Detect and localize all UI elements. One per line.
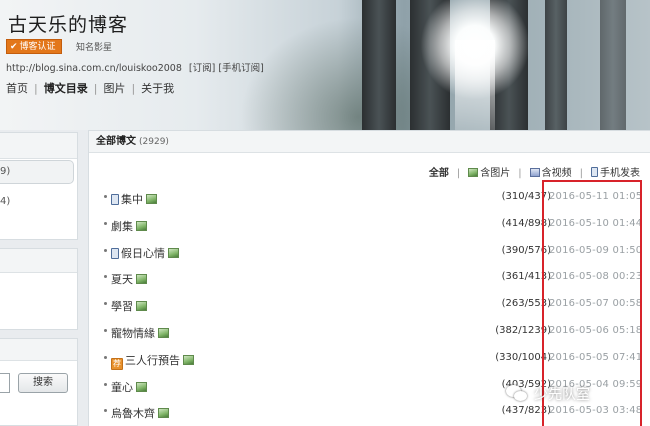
nav-about-me[interactable]: 关于我 <box>141 82 174 95</box>
nav-separator: | <box>93 82 98 95</box>
post-title: 集中 <box>121 193 143 206</box>
image-icon <box>136 301 147 312</box>
post-title-link[interactable]: 寵物情緣 <box>111 325 169 341</box>
verified-badge[interactable]: ✔ 博客认证 <box>6 39 62 54</box>
mobile-subscribe-link[interactable]: [手机订阅] <box>218 63 263 74</box>
blog-nav: 首页 | 博文目录 | 图片 | 关于我 <box>6 80 174 96</box>
banner-tree-trunk <box>545 0 567 130</box>
blog-url[interactable]: http://blog.sina.com.cn/louiskoo2008 <box>6 63 182 74</box>
post-title: 烏魯木齊 <box>111 407 155 421</box>
bullet-icon <box>104 221 107 225</box>
post-title-link[interactable]: 集中 <box>111 191 157 207</box>
blog-title[interactable]: 古天乐的博客 <box>8 10 128 37</box>
nav-pictures[interactable]: 图片 <box>103 82 125 95</box>
category-count: 9) <box>0 166 11 177</box>
video-icon <box>529 168 540 177</box>
image-icon <box>158 327 169 338</box>
bullet-icon <box>104 355 107 359</box>
image-icon <box>468 168 479 177</box>
mobile-post-icon <box>111 247 119 259</box>
recommended-icon: 荐 <box>111 357 123 370</box>
filter-with-images-label: 含图片 <box>480 168 511 179</box>
search-panel: 搜索 <box>0 338 78 426</box>
category-panel-header <box>0 133 77 159</box>
bullet-icon <box>104 409 107 413</box>
watermark-text: 少先队室 <box>534 387 590 403</box>
left-sidebar: 9) 4) 搜索 <box>0 130 80 426</box>
post-title-link[interactable]: 夏天 <box>111 271 147 287</box>
image-icon <box>136 274 147 285</box>
image-icon <box>146 194 157 204</box>
category-count: 4) <box>0 196 11 207</box>
post-list-header: 全部博文 (2929) <box>89 131 650 153</box>
post-title-link[interactable]: 烏魯木齊 <box>111 405 169 421</box>
bullet-icon <box>104 195 107 198</box>
search-button[interactable]: 搜索 <box>18 373 68 393</box>
search-input[interactable] <box>0 373 10 393</box>
nav-home[interactable]: 首页 <box>6 82 28 95</box>
post-title: 假日心情 <box>121 246 165 260</box>
bullet-icon <box>104 382 107 386</box>
filter-mobile-posts[interactable]: 手机发表 <box>591 167 640 179</box>
post-title: 學習 <box>111 300 133 314</box>
filter-with-video-label: 含视频 <box>541 168 572 179</box>
mobile-phone-icon <box>591 167 598 177</box>
post-title: 劇集 <box>111 219 133 233</box>
filter-with-images[interactable]: 含图片 <box>468 168 510 179</box>
search-panel-header <box>0 339 77 361</box>
checkmark-icon: ✔ <box>10 42 18 52</box>
sidebar-panel-header <box>0 249 77 273</box>
category-panel <box>0 132 78 240</box>
image-icon <box>183 354 194 365</box>
category-item-selected[interactable]: 9) <box>0 160 74 184</box>
post-title: 寵物情緣 <box>111 326 155 340</box>
bullet-icon <box>104 275 107 279</box>
celebrity-label: 知名影星 <box>76 43 113 53</box>
post-title: 三人行預告 <box>125 353 180 367</box>
nav-post-directory[interactable]: 博文目录 <box>44 82 88 95</box>
subscribe-link[interactable]: [订阅] <box>189 63 215 74</box>
sidebar-panel <box>0 248 78 330</box>
bullet-icon <box>104 248 107 252</box>
image-icon <box>158 408 169 419</box>
post-title-link[interactable]: 學習 <box>111 298 147 314</box>
image-icon <box>136 220 147 231</box>
post-title: 童心 <box>111 380 133 394</box>
post-total-count: (2929) <box>139 137 169 147</box>
blog-header-banner: 古天乐的博客 ✔ 博客认证 知名影星 http://blog.sina.com.c… <box>0 0 650 130</box>
post-title-link[interactable]: 童心 <box>111 379 147 395</box>
wechat-icon <box>506 385 528 402</box>
nav-separator: | <box>131 82 136 95</box>
banner-sunray <box>455 40 495 130</box>
post-title-link[interactable]: 假日心情 <box>111 245 179 261</box>
filter-separator: | <box>579 168 583 179</box>
verified-badge-label: 博客认证 <box>19 42 56 52</box>
mobile-post-icon <box>111 194 119 205</box>
post-title-link[interactable]: 荐三人行預告 <box>111 352 194 370</box>
bullet-icon <box>104 328 107 332</box>
blog-url-line: http://blog.sina.com.cn/louiskoo2008 [订阅… <box>6 60 264 74</box>
post-title: 夏天 <box>111 273 133 287</box>
nav-separator: | <box>34 82 38 95</box>
bullet-icon <box>104 302 107 306</box>
category-item[interactable]: 4) <box>0 196 10 207</box>
filter-separator: | <box>456 168 461 179</box>
section-title: 全部博文 <box>96 136 136 147</box>
banner-tree-trunk <box>600 0 626 130</box>
image-icon <box>136 381 147 392</box>
post-title-link[interactable]: 劇集 <box>111 218 147 234</box>
filter-mobile-posts-label: 手机发表 <box>600 168 640 179</box>
banner-tree-trunk <box>362 0 396 130</box>
watermark: 少先队室 <box>506 384 590 408</box>
filter-with-video[interactable]: 含视频 <box>529 168 572 179</box>
image-icon <box>168 247 179 258</box>
filter-all[interactable]: 全部 <box>429 168 449 179</box>
filter-separator: | <box>518 168 522 179</box>
post-filters: 全部 | 含图片 | 含视频 | 手机发表 <box>421 164 640 179</box>
